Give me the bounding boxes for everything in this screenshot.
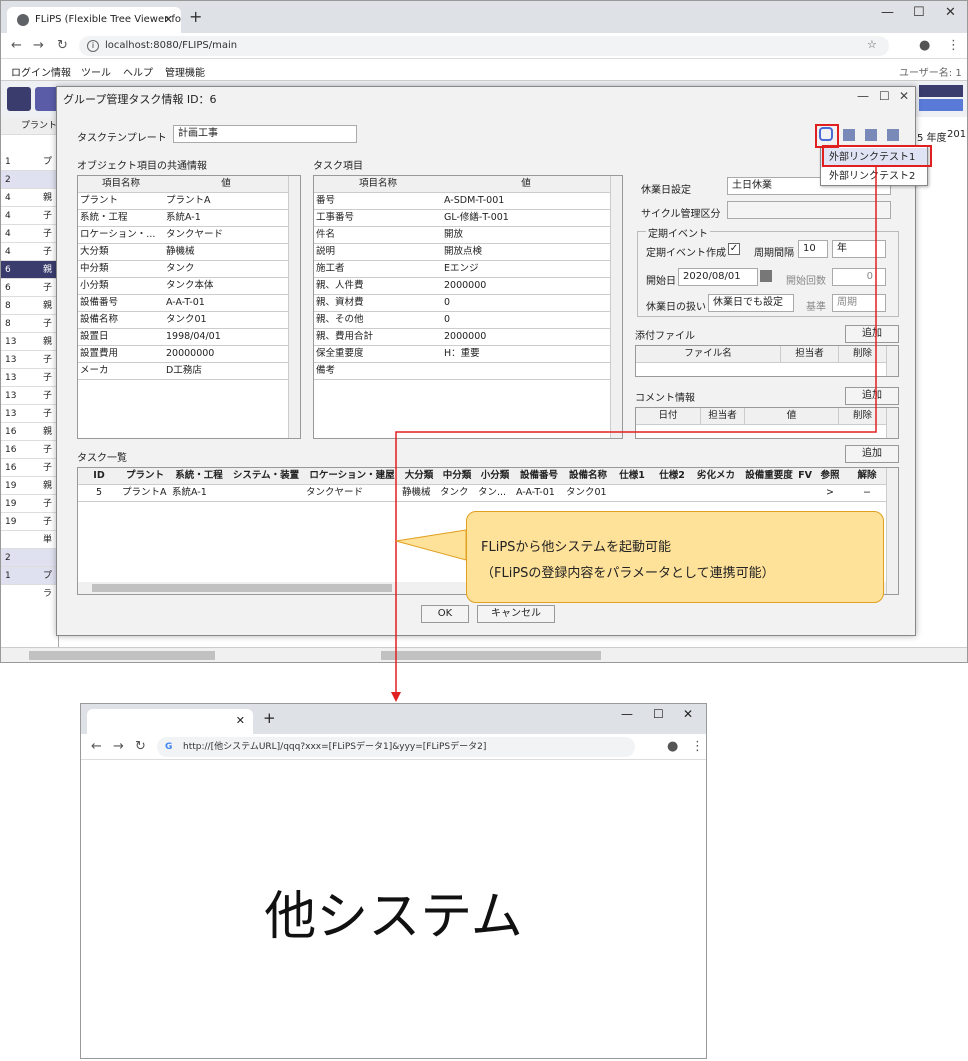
reload-icon[interactable]: ↻ — [135, 739, 146, 754]
close-window-button[interactable]: ✕ — [683, 707, 693, 721]
minimize-button[interactable]: — — [621, 707, 633, 721]
explanation-callout: FLiPSから他システムを起動可能 （FLiPSの登録内容をパラメータとして連携… — [466, 511, 884, 603]
url-text-2: http://[他システムURL]/qqq?xxx=[FLiPSデータ1]&yy… — [183, 742, 487, 752]
tab-strip-2: ✕ + — ☐ ✕ — [81, 704, 706, 734]
menu-dots-icon[interactable]: ⋮ — [691, 739, 704, 754]
maximize-button[interactable]: ☐ — [653, 707, 664, 721]
browser-window-other-system: ✕ + — ☐ ✕ ← → ↻ G http://[他システムURL]/qqq?… — [80, 703, 707, 1059]
browser-tab-2[interactable]: ✕ — [87, 709, 253, 734]
forward-icon[interactable]: → — [113, 739, 124, 754]
back-icon[interactable]: ← — [91, 739, 102, 754]
profile-icon[interactable]: ● — [667, 739, 678, 754]
url-field-2[interactable]: G http://[他システムURL]/qqq?xxx=[FLiPSデータ1]&… — [157, 737, 635, 757]
other-system-content: 他システム — [264, 887, 523, 947]
callout-line-1: FLiPSから他システムを起動可能 — [481, 540, 672, 555]
google-icon: G — [165, 742, 173, 752]
close-tab-icon[interactable]: ✕ — [236, 714, 245, 727]
callout-line-2: （FLiPSの登録内容をパラメータとして連携可能） — [481, 566, 775, 581]
address-bar-row-2: ← → ↻ G http://[他システムURL]/qqq?xxx=[FLiPS… — [81, 734, 706, 760]
new-tab-button[interactable]: + — [263, 709, 276, 727]
